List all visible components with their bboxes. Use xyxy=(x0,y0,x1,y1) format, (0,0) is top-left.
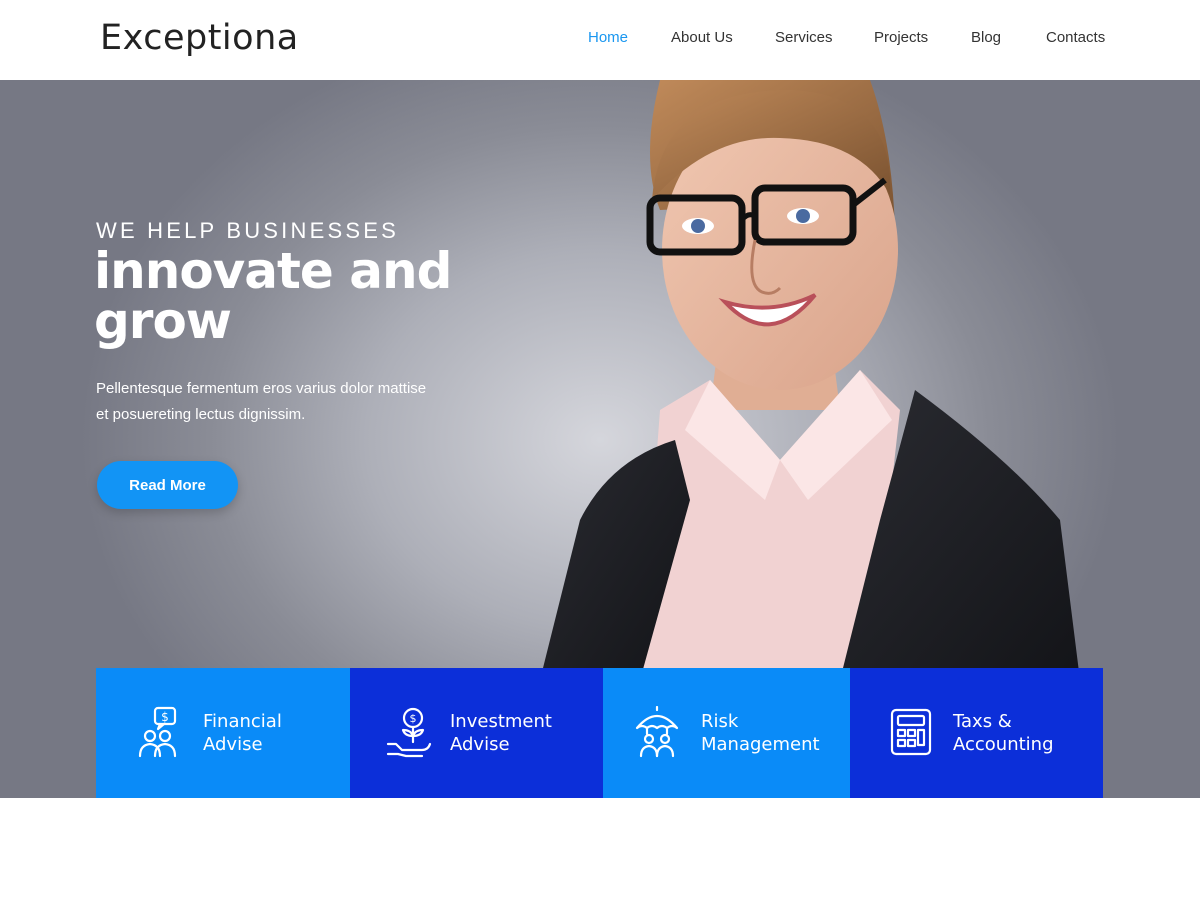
read-more-button[interactable]: Read More xyxy=(97,461,238,509)
service-label-financial-advise: Financial Advise xyxy=(203,668,353,798)
site-header: Exceptiona Home About Us Services Projec… xyxy=(0,0,1200,80)
nav-blog[interactable]: Blog xyxy=(971,29,1001,46)
service-label-line-2: Advise xyxy=(450,734,510,755)
service-label-line-1: Taxs & xyxy=(953,711,1012,732)
investment-advise-icon: $ xyxy=(386,707,432,758)
service-card-investment-advise[interactable]: $ Investment Advise xyxy=(350,668,603,798)
nav-home[interactable]: Home xyxy=(588,29,628,46)
service-label-line-1: Risk xyxy=(701,711,739,732)
service-label-taxs-accounting: Taxs & Accounting xyxy=(953,668,1103,798)
service-label-line-1: Investment xyxy=(450,711,552,732)
hero-title-line-1: innovate and xyxy=(94,242,452,300)
risk-management-icon xyxy=(635,706,679,758)
service-card-financial-advise[interactable]: $ Financial Advise xyxy=(96,668,350,798)
services-strip: $ Financial Advise $ Investment Advise R… xyxy=(96,668,1103,798)
service-label-investment-advise: Investment Advise xyxy=(450,668,600,798)
nav-projects[interactable]: Projects xyxy=(874,29,928,46)
service-label-line-1: Financial xyxy=(203,711,282,732)
svg-text:$: $ xyxy=(410,712,417,725)
service-label-line-2: Advise xyxy=(203,734,263,755)
financial-advise-icon: $ xyxy=(138,706,177,758)
hero-woman-photo xyxy=(540,80,1080,680)
nav-about-us[interactable]: About Us xyxy=(671,29,733,46)
service-label-risk-management: Risk Management xyxy=(701,668,851,798)
hero-eyebrow: WE HELP BUSINESSES xyxy=(96,218,399,243)
service-card-taxs-accounting[interactable]: Taxs & Accounting xyxy=(850,668,1103,798)
hero-description-line-1: Pellentesque fermentum eros varius dolor… xyxy=(96,380,427,397)
svg-text:$: $ xyxy=(161,710,169,724)
nav-services[interactable]: Services xyxy=(775,29,833,46)
hero-description: Pellentesque fermentum eros varius dolor… xyxy=(96,376,436,428)
service-card-risk-management[interactable]: Risk Management xyxy=(603,668,850,798)
hero-description-line-2: et posuereting lectus dignissim. xyxy=(96,406,306,423)
main-nav: Home About Us Services Projects Blog Con… xyxy=(0,29,1200,49)
calculator-icon xyxy=(890,708,932,756)
hero-title-line-2: grow xyxy=(94,292,232,350)
service-label-line-2: Management xyxy=(701,734,820,755)
nav-contacts[interactable]: Contacts xyxy=(1046,29,1105,46)
hero-title: innovate and grow xyxy=(94,246,534,346)
service-label-line-2: Accounting xyxy=(953,734,1054,755)
